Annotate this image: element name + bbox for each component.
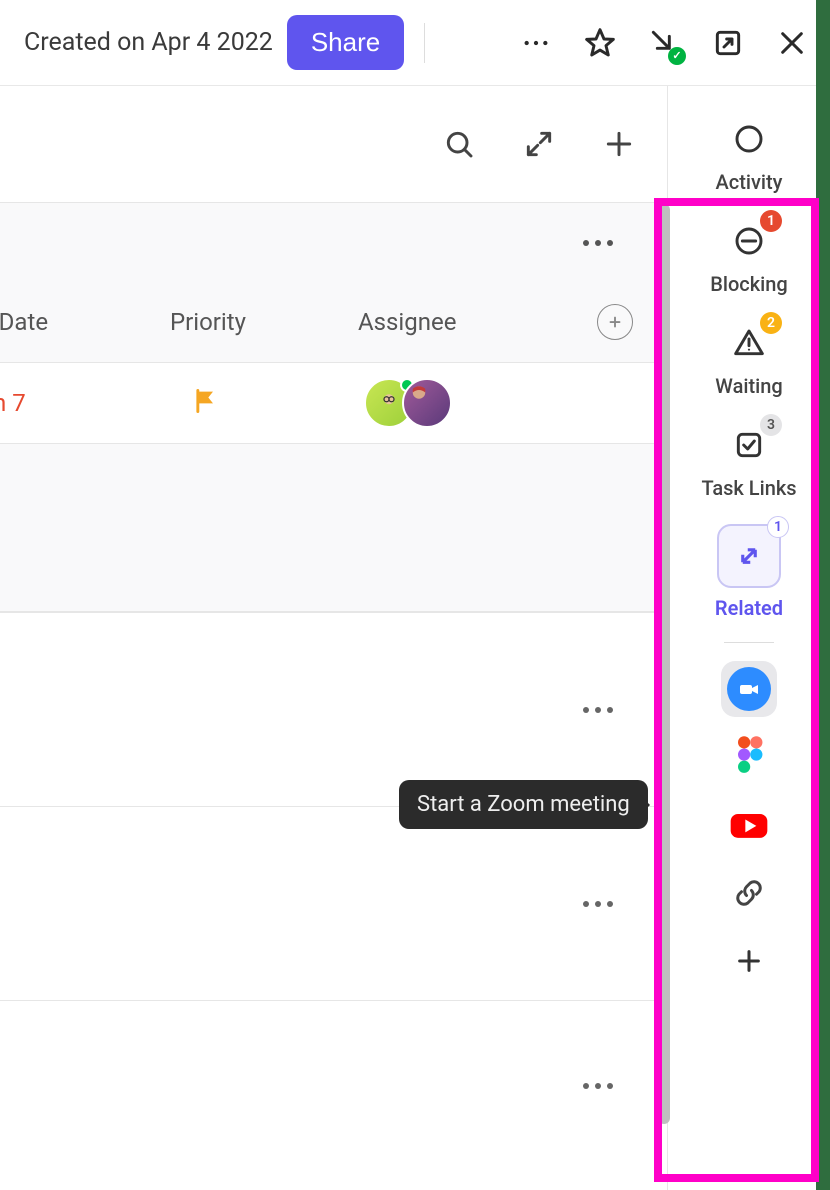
waiting-count-badge: 2 [760,312,782,334]
rail-task-links[interactable]: 3 Task Links [668,412,830,514]
rail-blocking[interactable]: 1 Blocking [668,208,830,310]
rail-label: Waiting [715,374,782,398]
block-more-button[interactable] [583,692,613,728]
figma-icon [734,735,764,779]
created-date-text: Created on Apr 4 2022 [24,28,273,57]
column-due-date[interactable]: e Date [0,308,48,336]
expand-button[interactable] [521,126,557,162]
rail-waiting[interactable]: 2 Waiting [668,310,830,412]
section-block [0,612,667,806]
block-more-button[interactable] [583,1068,613,1104]
related-icon: 1 [717,524,781,588]
column-priority[interactable]: Priority [170,308,246,336]
zoom-icon [727,667,771,711]
more-menu-button[interactable] [518,25,554,61]
section-block [0,806,667,1000]
right-rail: Activity 1 Blocking 2 Waiting 3 Task Lin… [667,86,830,1190]
column-assignee[interactable]: Assignee [358,308,456,336]
youtube-app-button[interactable] [721,797,777,853]
add-column-button[interactable] [597,304,633,340]
search-button[interactable] [441,126,477,162]
task-links-count-badge: 3 [760,414,782,436]
link-icon [734,878,764,908]
sub-toolbar [0,86,667,202]
task-row[interactable]: an 7 [0,362,667,444]
rail-related[interactable]: 1 Related [668,514,830,634]
plus-icon [735,947,763,975]
block-more-button[interactable] [583,886,613,922]
add-button[interactable] [601,126,637,162]
rail-label: Activity [716,170,783,194]
rail-activity[interactable]: Activity [668,106,830,208]
youtube-icon [727,803,771,847]
divider [424,23,425,63]
zoom-app-button[interactable] [721,661,777,717]
rail-label: Task Links [701,476,796,500]
main-content: e Date Priority Assignee an 7 [0,86,667,1190]
priority-flag-icon[interactable] [192,387,220,419]
zoom-tooltip: Start a Zoom meeting [399,780,648,829]
section-more-button[interactable] [583,225,613,261]
open-new-window-button[interactable] [710,25,746,61]
rail-label: Related [715,596,783,620]
avatar[interactable] [402,378,452,428]
check-badge-icon [668,47,686,65]
rail-label: Blocking [710,272,788,296]
blocking-icon: 1 [726,218,772,264]
top-toolbar: Created on Apr 4 2022 Share [0,0,830,86]
share-button[interactable]: Share [287,15,404,70]
column-headers: e Date Priority Assignee [0,282,667,362]
blocking-count-badge: 1 [760,210,782,232]
row-due-date[interactable]: an 7 [0,389,26,417]
link-button[interactable] [721,865,777,921]
section-header [0,202,667,282]
section-block [0,1000,667,1170]
divider [724,642,774,643]
figma-app-button[interactable] [721,729,777,785]
favorite-star-button[interactable] [582,25,618,61]
activity-icon [726,116,772,162]
waiting-icon: 2 [726,320,772,366]
close-button[interactable] [774,25,810,61]
assignee-avatars[interactable] [364,378,452,428]
move-to-tray-button[interactable] [646,25,682,61]
task-links-icon: 3 [726,422,772,468]
related-count-badge: 1 [767,516,789,538]
add-app-button[interactable] [721,933,777,989]
